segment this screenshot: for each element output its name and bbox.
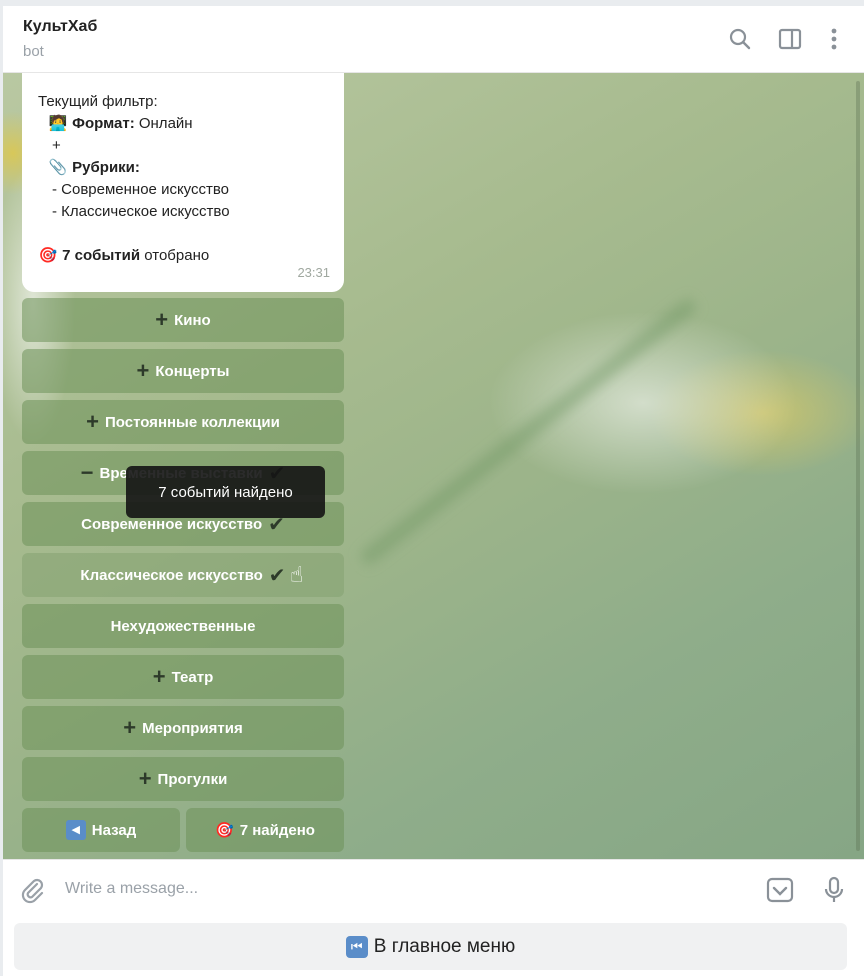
more-vertical-icon[interactable] [821, 26, 847, 52]
main-menu-button[interactable]: ⏮ В главное меню [14, 923, 847, 970]
plus-separator: + [52, 137, 61, 154]
minus-icon: − [80, 460, 94, 485]
kb-theater-button[interactable]: + Театр [22, 655, 344, 699]
paperclip-attach-icon[interactable] [17, 875, 47, 905]
kb-cinema-button[interactable]: + Кино [22, 298, 344, 342]
rubric-item: - Современное искусство [52, 181, 230, 198]
kb-label: Кино [174, 311, 211, 329]
format-label: Формат: [72, 115, 135, 132]
kb-label: Нехудожественные [110, 617, 256, 635]
target-icon: 🎯 [215, 822, 234, 839]
kb-permanent-collections-button[interactable]: + Постоянные коллекции [22, 400, 344, 444]
target-icon: 🎯 [38, 247, 58, 264]
kb-label: Театр [171, 668, 214, 686]
format-line: 🧑‍💻 Формат: Онлайн [48, 113, 193, 135]
format-value: Онлайн [138, 115, 193, 132]
plus-icon: + [86, 409, 99, 434]
search-icon[interactable] [727, 26, 753, 52]
kb-found-button[interactable]: 🎯 7 найдено [186, 808, 344, 852]
skip-back-icon: ⏮ [345, 935, 368, 958]
plus-icon: + [138, 766, 152, 791]
kb-back-button[interactable]: ◀ Назад [22, 808, 180, 852]
kb-label: Классическое искусство [80, 566, 263, 584]
message-time: 23:31 [297, 265, 330, 280]
kb-label: Постоянные коллекции [104, 413, 280, 431]
kb-label: Мероприятия [142, 719, 243, 737]
count-value: 7 событий [62, 247, 141, 264]
count-text: отобрано [144, 247, 210, 264]
wallpaper-decoration [358, 296, 699, 568]
kb-label: Современное искусство [81, 515, 263, 533]
kb-label: Концерты [155, 362, 230, 380]
toast-tooltip: 7 событий найдено [126, 466, 325, 518]
bot-keyboard-toggle-icon[interactable] [765, 875, 795, 905]
telegram-window: КультХаб bot Текущий фильтр: 🧑‍💻 Формат:… [3, 6, 864, 976]
checkmark-icon: ✔ [268, 564, 286, 587]
count-line: 🎯 7 событий отобрано [38, 245, 210, 267]
chat-subtitle: bot [23, 43, 44, 60]
rubrics-label: Рубрики: [72, 159, 140, 176]
rubrics-line: 📎 Рубрики: [48, 157, 140, 179]
kb-label: Прогулки [157, 770, 228, 788]
kb-concerts-button[interactable]: + Концерты [22, 349, 344, 393]
paperclip-icon: 📎 [48, 159, 68, 176]
chat-scrollbar[interactable] [856, 81, 860, 851]
chat-header: КультХаб bot [3, 6, 864, 73]
plus-icon: + [155, 307, 169, 332]
kb-label: 7 найдено [239, 821, 315, 839]
plus-icon: + [136, 358, 150, 383]
chat-title[interactable]: КультХаб [23, 18, 97, 36]
technologist-icon: 🧑‍💻 [48, 115, 68, 132]
message-input[interactable] [65, 874, 725, 904]
microphone-icon[interactable] [819, 875, 849, 905]
plus-icon: + [152, 664, 166, 689]
plus-icon: + [123, 715, 137, 740]
kb-non-art-button[interactable]: Нехудожественные [22, 604, 344, 648]
sidebar-toggle-icon[interactable] [777, 26, 803, 52]
back-arrow-icon: ◀ [65, 820, 86, 840]
kb-events-button[interactable]: + Мероприятия [22, 706, 344, 750]
message-composer [3, 859, 864, 917]
kb-walks-button[interactable]: + Прогулки [22, 757, 344, 801]
rubric-item: - Классическое искусство [52, 203, 230, 220]
chat-area: Текущий фильтр: 🧑‍💻 Формат: Онлайн + 📎 Р… [3, 73, 864, 859]
filter-label: Текущий фильтр: [38, 93, 158, 110]
kb-label: Назад [91, 821, 137, 839]
message-bubble: Текущий фильтр: 🧑‍💻 Формат: Онлайн + 📎 Р… [22, 73, 344, 292]
main-menu-label: В главное меню [373, 935, 516, 957]
hand-cursor-icon: ☝ [290, 562, 304, 587]
